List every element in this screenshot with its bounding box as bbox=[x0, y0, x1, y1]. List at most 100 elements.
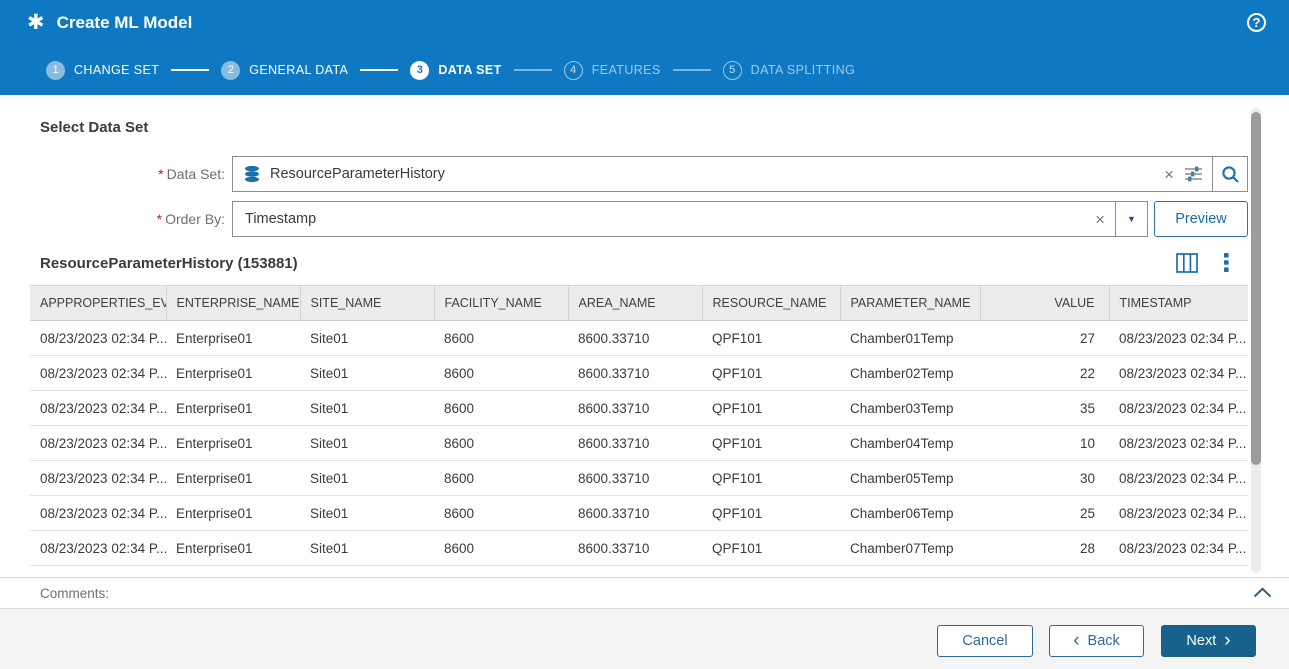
step-connector bbox=[360, 69, 398, 71]
clear-icon[interactable]: × bbox=[1095, 211, 1105, 228]
step-label: GENERAL DATA bbox=[249, 63, 348, 77]
table-cell: 08/23/2023 02:34 P... bbox=[1109, 426, 1248, 461]
table-row: 08/23/2023 02:34 P...Enterprise01Site018… bbox=[30, 321, 1248, 356]
table-row: 08/23/2023 02:34 P...Enterprise01Site018… bbox=[30, 461, 1248, 496]
table-cell: 08/23/2023 02:34 P... bbox=[30, 461, 166, 496]
table-cell: 08/23/2023 02:34 P... bbox=[1109, 496, 1248, 531]
database-icon bbox=[243, 165, 261, 183]
column-header[interactable]: RESOURCE_NAME bbox=[702, 286, 840, 321]
table-cell: Chamber02Temp bbox=[840, 356, 980, 391]
footer-bar: Cancel ‹ Back Next › bbox=[0, 608, 1289, 669]
search-button[interactable] bbox=[1212, 156, 1248, 192]
back-button[interactable]: ‹ Back bbox=[1049, 625, 1144, 657]
next-button[interactable]: Next › bbox=[1161, 625, 1256, 657]
vertical-scrollbar-thumb[interactable] bbox=[1251, 112, 1261, 465]
table-cell: 8600 bbox=[434, 426, 568, 461]
wizard-step-features[interactable]: 4 FEATURES bbox=[564, 61, 661, 80]
table-cell: 22 bbox=[980, 356, 1109, 391]
table-cell: 08/23/2023 02:34 P... bbox=[1109, 391, 1248, 426]
table-cell: 35 bbox=[980, 391, 1109, 426]
chevron-up-icon[interactable] bbox=[1253, 587, 1272, 598]
column-header[interactable]: SITE_NAME bbox=[300, 286, 434, 321]
table-cell: 27 bbox=[980, 321, 1109, 356]
table-cell: Chamber07Temp bbox=[840, 531, 980, 566]
step-number: 3 bbox=[410, 61, 429, 80]
table-cell: 8600 bbox=[434, 496, 568, 531]
data-set-input[interactable] bbox=[270, 166, 1154, 182]
table-row: 08/23/2023 02:34 P...Enterprise01Site018… bbox=[30, 496, 1248, 531]
step-number: 4 bbox=[564, 61, 583, 80]
table-cell: QPF101 bbox=[702, 461, 840, 496]
column-header[interactable]: APPPROPERTIES_EVEN... bbox=[30, 286, 166, 321]
column-header[interactable]: ENTERPRISE_NAME bbox=[166, 286, 300, 321]
table-cell: QPF101 bbox=[702, 321, 840, 356]
table-cell: 08/23/2023 02:34 P... bbox=[30, 426, 166, 461]
column-header[interactable]: PARAMETER_NAME bbox=[840, 286, 980, 321]
step-connector bbox=[673, 69, 711, 71]
wizard-step-bar: 1 CHANGE SET 2 GENERAL DATA 3DATA SET 4 FEATUR… bbox=[0, 45, 1289, 95]
table-row: 08/23/2023 02:34 P...Enterprise01Site018… bbox=[30, 356, 1248, 391]
column-header[interactable]: VALUE bbox=[980, 286, 1109, 321]
step-label: FEATURES bbox=[592, 63, 661, 77]
table-cell: QPF101 bbox=[702, 391, 840, 426]
table-cell: Site01 bbox=[300, 391, 434, 426]
chevron-left-icon: ‹ bbox=[1073, 631, 1079, 650]
step-number: 2 bbox=[221, 61, 240, 80]
order-by-input[interactable] bbox=[245, 211, 1085, 227]
kebab-menu-icon[interactable] bbox=[1224, 253, 1229, 273]
wizard-step-data-set[interactable]: 3DATA SET bbox=[410, 61, 501, 80]
table-cell: Enterprise01 bbox=[166, 531, 300, 566]
cancel-button[interactable]: Cancel bbox=[937, 625, 1033, 657]
table-cell: Site01 bbox=[300, 321, 434, 356]
table-row: 08/23/2023 02:34 P...Enterprise01Site018… bbox=[30, 426, 1248, 461]
step-label: DATA SPLITTING bbox=[751, 63, 855, 77]
app-asterisk-icon: ✱ bbox=[27, 12, 45, 33]
dataset-preview-table: APPPROPERTIES_EVEN...ENTERPRISE_NAMESITE… bbox=[30, 285, 1248, 566]
required-asterisk: * bbox=[158, 166, 163, 182]
order-by-dropdown-button[interactable]: ▼ bbox=[1115, 201, 1148, 237]
table-cell: QPF101 bbox=[702, 356, 840, 391]
table-cell: 8600.33710 bbox=[568, 391, 702, 426]
table-cell: Enterprise01 bbox=[166, 321, 300, 356]
table-cell: Enterprise01 bbox=[166, 426, 300, 461]
column-header[interactable]: TIMESTAMP bbox=[1109, 286, 1248, 321]
table-cell: 28 bbox=[980, 531, 1109, 566]
step-number: 5 bbox=[723, 61, 742, 80]
create-ml-model-window: ✱ Create ML Model ? 1CHANGE SET2GENERAL … bbox=[0, 0, 1289, 669]
data-set-label: *Data Set: bbox=[0, 156, 225, 192]
data-set-combobox[interactable]: × bbox=[232, 156, 1213, 192]
table-cell: 8600.33710 bbox=[568, 356, 702, 391]
table-cell: Site01 bbox=[300, 461, 434, 496]
filter-sliders-icon[interactable] bbox=[1184, 165, 1203, 183]
help-icon[interactable]: ? bbox=[1247, 13, 1266, 32]
table-cell: QPF101 bbox=[702, 496, 840, 531]
table-cell: 8600.33710 bbox=[568, 531, 702, 566]
table-cell: 8600 bbox=[434, 531, 568, 566]
section-title: Select Data Set bbox=[40, 119, 148, 136]
table-cell: 08/23/2023 02:34 P... bbox=[1109, 461, 1248, 496]
clear-icon[interactable]: × bbox=[1164, 166, 1174, 183]
order-by-combobox[interactable]: × bbox=[232, 201, 1116, 237]
comments-bar: Comments: bbox=[0, 577, 1289, 608]
table-cell: Chamber01Temp bbox=[840, 321, 980, 356]
table-cell: 8600.33710 bbox=[568, 496, 702, 531]
table-cell: Site01 bbox=[300, 356, 434, 391]
step-number: 1 bbox=[46, 61, 65, 80]
step-connector bbox=[514, 69, 552, 71]
column-header[interactable]: AREA_NAME bbox=[568, 286, 702, 321]
column-header[interactable]: FACILITY_NAME bbox=[434, 286, 568, 321]
order-by-label: *Order By: bbox=[0, 201, 225, 237]
table-cell: 8600 bbox=[434, 461, 568, 496]
configure-columns-icon[interactable] bbox=[1176, 253, 1198, 273]
preview-button[interactable]: Preview bbox=[1154, 201, 1248, 237]
wizard-step-change-set[interactable]: 1 CHANGE SET bbox=[46, 61, 159, 80]
table-title: ResourceParameterHistory (153881) bbox=[40, 255, 298, 272]
table-cell: Site01 bbox=[300, 496, 434, 531]
wizard-step-data-splitting[interactable]: 5 DATA SPLITTING bbox=[723, 61, 855, 80]
step-label: CHANGE SET bbox=[74, 63, 159, 77]
wizard-step-general-data[interactable]: 2 GENERAL DATA bbox=[221, 61, 348, 80]
table-cell: Chamber06Temp bbox=[840, 496, 980, 531]
required-asterisk: * bbox=[157, 211, 162, 227]
table-cell: 8600.33710 bbox=[568, 461, 702, 496]
table-cell: Site01 bbox=[300, 531, 434, 566]
